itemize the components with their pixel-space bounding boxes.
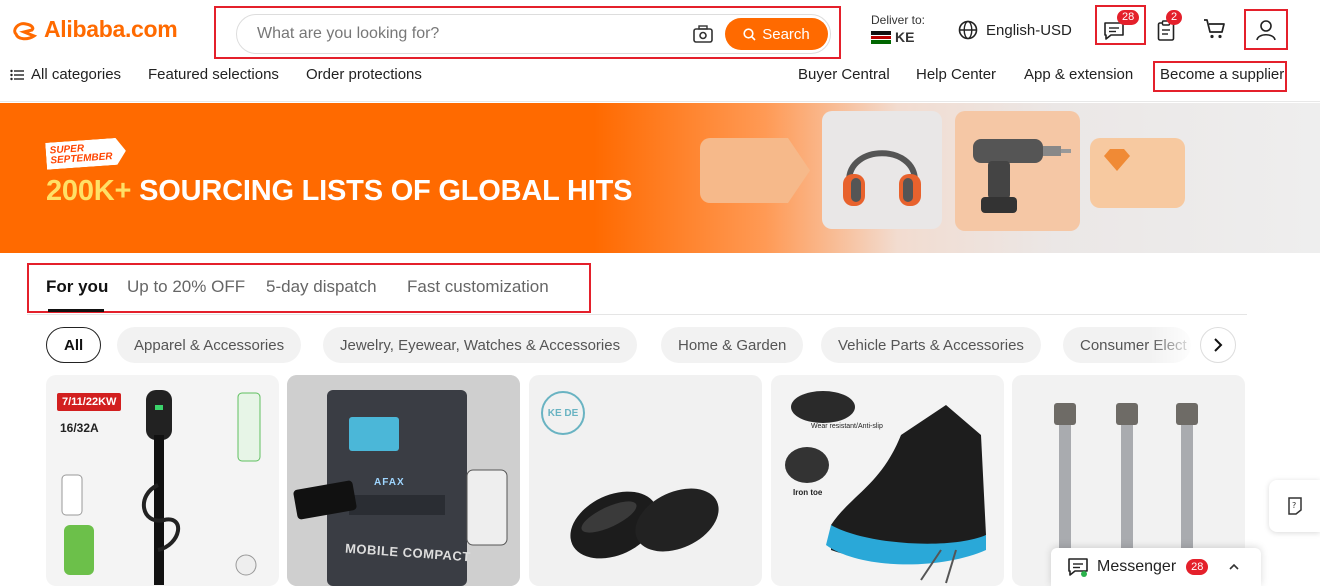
orders-badge: 2 [1166, 10, 1183, 25]
chevron-right-icon [1214, 338, 1223, 352]
search-button[interactable]: Search [725, 18, 828, 50]
deliver-country: KE [895, 29, 915, 45]
become-supplier-link[interactable]: Become a supplier [1153, 61, 1287, 92]
chips-fade [1150, 325, 1198, 365]
banner-title-highlight: 200K+ [46, 175, 132, 207]
shoe-feature-caption: Wear resistant/Anti-slip [811, 423, 883, 430]
card-illustration [1090, 138, 1185, 208]
armrest-pads-image [570, 488, 719, 559]
messages-badge: 28 [1117, 10, 1140, 25]
language-label: English-USD [986, 21, 1072, 39]
product-card[interactable]: AFAX MOBILE COMPACT [287, 375, 520, 586]
feedback-icon: ? [1287, 497, 1302, 515]
product-card[interactable]: 7/11/22KW 16/32A [46, 375, 279, 586]
chip-home-garden[interactable]: Home & Garden [661, 327, 804, 363]
globe-icon [958, 20, 978, 40]
deliver-to-selector[interactable]: Deliver to: KE [871, 13, 925, 45]
orders-button[interactable]: 2 [1155, 10, 1191, 44]
drill-icon [973, 139, 1071, 213]
promo-banner[interactable]: SUPER SEPTEMBER 200K+ SOURCING LISTS OF … [0, 103, 1320, 253]
kenya-flag-icon [871, 30, 891, 44]
messenger-badge: 28 [1186, 559, 1209, 575]
account-button[interactable] [1244, 9, 1288, 50]
ev-charger-image [61, 390, 261, 585]
chip-jewelry[interactable]: Jewelry, Eyewear, Watches & Accessories [323, 327, 638, 363]
cart-button[interactable] [1203, 18, 1231, 44]
site-header: Alibaba.com Search Deliver to: [0, 0, 1320, 102]
diamond-icon [1104, 149, 1130, 171]
super-september-tag: SUPER SEPTEMBER [45, 137, 127, 170]
product-card[interactable]: KE DE [529, 375, 762, 586]
cart-icon [1204, 19, 1225, 39]
search-button-label: Search [762, 25, 810, 43]
chip-all[interactable]: All [46, 327, 102, 363]
messages-button[interactable]: 28 [1095, 5, 1146, 45]
tab-up-to-20-off[interactable]: Up to 20% OFF [127, 277, 245, 297]
chip-apparel[interactable]: Apparel & Accessories [117, 327, 302, 363]
all-categories-label: All categories [31, 66, 122, 83]
buyer-central-link[interactable]: Buyer Central [798, 66, 890, 83]
logo-text: Alibaba.com [44, 16, 178, 42]
secondary-nav: All categories Featured selections Order… [0, 61, 1320, 92]
chevron-up-icon[interactable] [1228, 563, 1240, 571]
tab-5-day-dispatch[interactable]: 5-day dispatch [266, 277, 377, 297]
safety-shoe-image [785, 391, 986, 584]
shoe-feature-caption-2: Iron toe [793, 488, 823, 497]
deliver-label: Deliver to: [871, 13, 926, 27]
search-icon [743, 27, 756, 41]
menu-icon [10, 69, 24, 80]
tabs-divider [27, 314, 1247, 315]
svg-text:?: ? [1292, 501, 1296, 510]
banner-title-rest: SOURCING LISTS OF GLOBAL HITS [131, 175, 633, 207]
chip-vehicle-parts[interactable]: Vehicle Parts & Accessories [821, 327, 1041, 363]
banner-title: 200K+ SOURCING LISTS OF GLOBAL HITS [46, 175, 632, 208]
become-supplier-label: Become a supplier [1160, 66, 1285, 83]
alibaba-logo-icon [13, 21, 38, 40]
featured-selections-link[interactable]: Featured selections [148, 66, 279, 83]
user-icon [1256, 20, 1276, 41]
feedback-button[interactable]: ? [1269, 480, 1320, 532]
language-currency-selector[interactable]: English-USD [958, 20, 1072, 40]
machine-brand: AFAX [374, 477, 405, 488]
order-protections-link[interactable]: Order protections [306, 66, 422, 83]
search-input[interactable] [257, 15, 677, 53]
active-tab-indicator [48, 309, 104, 312]
messenger-label: Messenger [1097, 558, 1177, 575]
product-card[interactable]: Wear resistant/Anti-slip Iron toe [771, 375, 1004, 586]
headphones-tile [822, 111, 942, 229]
all-categories-menu[interactable]: All categories [10, 66, 121, 83]
tag-illustration [700, 138, 810, 203]
tab-for-you[interactable]: For you [46, 277, 108, 297]
camera-search-icon[interactable] [693, 25, 713, 43]
drill-tile [955, 111, 1080, 231]
headphones-icon [843, 150, 921, 206]
app-extension-link[interactable]: App & extension [1024, 66, 1133, 83]
messenger-icon [1068, 558, 1088, 577]
chips-next-button[interactable] [1200, 327, 1236, 363]
messenger-widget[interactable]: Messenger 28 [1051, 548, 1261, 586]
help-center-link[interactable]: Help Center [916, 66, 996, 83]
alibaba-logo[interactable]: Alibaba.com [10, 16, 178, 43]
feed-tabs: For you Up to 20% OFF 5-day dispatch Fas… [27, 263, 591, 313]
search-highlight-box: Search [214, 6, 841, 59]
tab-fast-customization[interactable]: Fast customization [407, 277, 549, 297]
search-bar: Search [236, 14, 831, 54]
